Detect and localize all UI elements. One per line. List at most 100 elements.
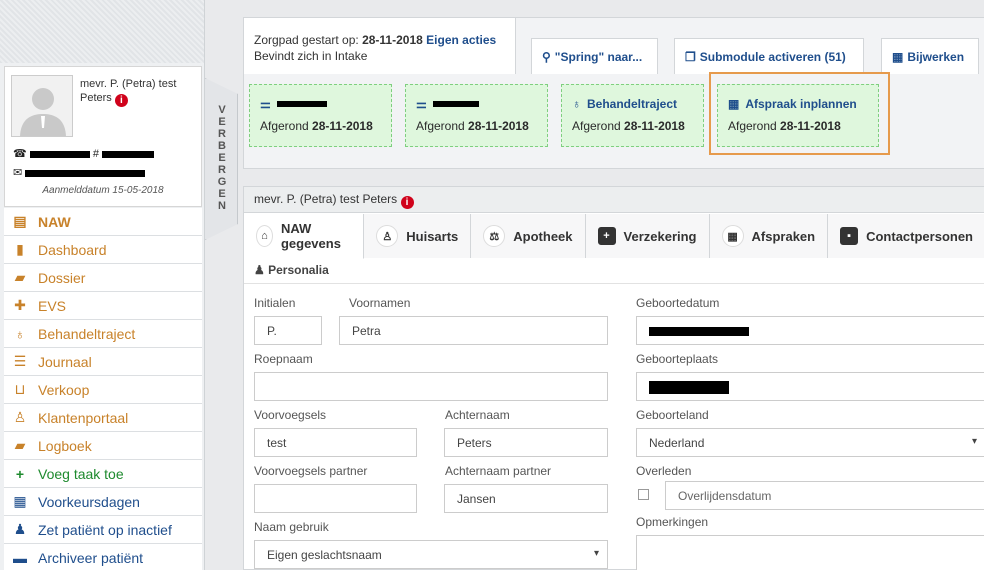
phone-icon: ☎: [13, 148, 27, 160]
sidebar-item-archiveer[interactable]: ▬ Archiveer patiënt: [4, 544, 202, 570]
archive-icon: ▬: [13, 549, 27, 566]
achternaam-partner-field[interactable]: Jansen: [444, 484, 608, 513]
calendar-icon: ▦: [13, 493, 27, 509]
achternaam-label: Achternaam: [445, 408, 510, 422]
info-icon[interactable]: i: [114, 94, 128, 107]
calendar-icon: ▦: [721, 225, 744, 247]
highlight-box: [709, 72, 890, 155]
avatar: [11, 75, 73, 137]
step-behandeltraject[interactable]: ♁ Behandeltraject Afgerond 28-11-2018: [561, 84, 704, 147]
geboortedatum-field[interactable]: [636, 316, 984, 345]
basket-icon: ⊔: [14, 381, 26, 397]
sidebar-item-logboek[interactable]: ▰ Logboek: [4, 432, 202, 460]
redacted-block: [649, 381, 729, 395]
voorvoegsels-partner-label: Voorvoegsels partner: [254, 464, 368, 478]
initialen-label: Initialen: [254, 296, 296, 310]
sidebar-item-evs[interactable]: ✚ EVS: [4, 292, 202, 320]
hide-sidebar-label[interactable]: VERBERGEN: [217, 104, 227, 212]
step-intake[interactable]: ⚌ Afgerond 28-11-2018: [405, 84, 548, 147]
bookmark-icon: ▮: [16, 241, 24, 257]
overleden-label: Overleden: [636, 464, 692, 478]
sidebar-item-zet-inactief[interactable]: ♟ Zet patiënt op inactief: [4, 516, 202, 544]
redacted-block: [29, 150, 90, 158]
book-icon: ▰: [14, 437, 26, 453]
patient-name: mevr. P. (Petra) test Peters i: [80, 78, 177, 107]
sidebar-item-voeg-taak-toe[interactable]: + Voeg taak toe: [4, 460, 202, 488]
redacted-block: [276, 101, 327, 107]
tab-contactpersonen[interactable]: ▪ Contactpersonen: [828, 214, 984, 258]
sidebar-item-voorkeursdagen[interactable]: ▦ Voorkeursdagen: [4, 488, 202, 516]
aanmelddatum: Aanmelddatum 15-05-2018: [42, 185, 164, 196]
tab-verzekering[interactable]: + Verzekering: [585, 214, 710, 258]
sidebar-item-klantenportaal[interactable]: ♙ Klantenportaal: [4, 404, 202, 432]
patient-panel: mevr. P. (Petra) test Peters i ⌂ NAW gege…: [243, 186, 984, 570]
geboorteplaats-field[interactable]: [636, 372, 984, 401]
tab-afspraken[interactable]: ▦ Afspraken: [709, 214, 829, 258]
home-icon: ⌂: [256, 225, 273, 247]
folder-icon: ▰: [14, 269, 26, 285]
copy-icon: ❐: [685, 49, 696, 64]
plus-icon: +: [15, 465, 25, 482]
voorvoegsels-field[interactable]: test: [254, 428, 417, 457]
tab-huisarts[interactable]: ♙ Huisarts: [364, 214, 472, 258]
patient-header: mevr. P. (Petra) test Peters i: [244, 187, 984, 213]
eigen-acties-link[interactable]: Eigen acties: [426, 33, 496, 47]
sidebar-item-verkoop[interactable]: ⊔ Verkoop: [4, 376, 202, 404]
geboorteplaats-label: Geboorteplaats: [636, 352, 719, 366]
patient-tabs: ⌂ NAW gegevens ♙ Huisarts ⚖ Apotheek + Verze…: [244, 214, 984, 259]
redacted-block: [432, 101, 479, 107]
achternaam-field[interactable]: Peters: [444, 428, 608, 457]
submodule-activeren-button[interactable]: ❐ Submodule activeren (51): [674, 38, 864, 74]
geboorteland-label: Geboorteland: [636, 408, 709, 422]
contact-book-icon: ▪: [840, 227, 859, 245]
geboortedatum-label: Geboortedatum: [636, 296, 720, 310]
sidebar-item-dashboard[interactable]: ▮ Dashboard: [4, 236, 202, 264]
info-icon[interactable]: i: [400, 196, 414, 209]
sidebar-item-behandeltraject[interactable]: ♁ Behandeltraject: [4, 320, 202, 348]
id-card-icon: ▤: [13, 213, 27, 229]
map-marker-icon: ⚲: [542, 49, 551, 64]
user-md-icon: ♙: [13, 409, 27, 425]
section-personalia: ♟ Personalia: [254, 263, 329, 277]
roepnaam-field[interactable]: [254, 372, 608, 401]
bijwerken-button[interactable]: ▦ Bijwerken: [881, 38, 979, 74]
roepnaam-label: Roepnaam: [254, 352, 313, 366]
overlijdensdatum-field[interactable]: Overlijdensdatum: [665, 481, 984, 510]
spring-naar-button[interactable]: ⚲ "Spring" naar...: [531, 38, 658, 74]
opmerkingen-label: Opmerkingen: [636, 515, 709, 529]
list-icon: ☰: [13, 353, 27, 369]
sidebar-menu: ▤ NAW ▮ Dashboard ▰ Dossier ✚ EVS ♁ Behandelt…: [4, 208, 202, 570]
patient-profile-card: mevr. P. (Petra) test Peters i ☎ # ✉ Aan…: [4, 66, 202, 207]
overleden-checkbox[interactable]: [638, 489, 649, 500]
zorgpad-info: Zorgpad gestart op: 28-11-2018 Eigen act…: [244, 18, 516, 74]
envelope-icon: ✉: [13, 167, 23, 179]
sidebar: mevr. P. (Petra) test Peters i ☎ # ✉ Aan…: [0, 0, 205, 570]
stethoscope-icon: ♁: [572, 97, 581, 111]
opmerkingen-field[interactable]: [636, 535, 984, 570]
tab-apotheek[interactable]: ⚖ Apotheek: [471, 214, 586, 258]
voorvoegsels-partner-field[interactable]: [254, 484, 417, 513]
voornamen-field[interactable]: Petra: [339, 316, 608, 345]
sidebar-item-naw[interactable]: ▤ NAW: [4, 208, 202, 236]
tab-naw-gegevens[interactable]: ⌂ NAW gegevens: [244, 214, 365, 259]
redacted-block: [649, 327, 749, 337]
patient-contact-email: ✉: [13, 166, 146, 179]
naam-gebruik-select[interactable]: Eigen geslachtsnaam: [254, 540, 608, 569]
patient-contact-phone: ☎ #: [13, 147, 155, 160]
user-times-icon: ♟: [13, 521, 27, 537]
step-gesloten[interactable]: ⚌ Afgerond 28-11-2018: [249, 84, 392, 147]
achternaam-partner-label: Achternaam partner: [445, 464, 552, 478]
sidebar-item-journaal[interactable]: ☰ Journaal: [4, 348, 202, 376]
voornamen-label: Voornamen: [349, 296, 411, 310]
geboorteland-select[interactable]: Nederland: [636, 428, 984, 457]
scale-icon: ⚖: [483, 225, 506, 247]
sidebar-item-dossier[interactable]: ▰ Dossier: [4, 264, 202, 292]
divider: [244, 283, 984, 284]
stethoscope-icon: ♁: [14, 325, 26, 342]
user-icon: ♟: [254, 263, 265, 277]
voorvoegsels-label: Voorvoegsels: [254, 408, 327, 422]
sidebar-header: [0, 0, 204, 63]
initialen-field[interactable]: P.: [254, 316, 322, 345]
redacted-block: [25, 169, 146, 177]
step-icon: ⚌: [260, 97, 271, 111]
